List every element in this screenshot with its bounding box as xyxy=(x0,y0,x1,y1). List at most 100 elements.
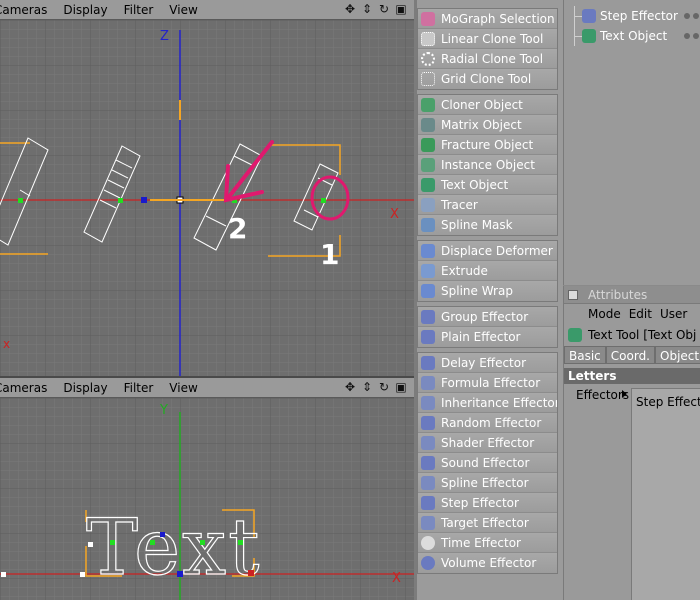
tab-basic[interactable]: Basic xyxy=(564,346,606,364)
object-visibility-dots[interactable] xyxy=(684,13,699,19)
menu-view[interactable]: View xyxy=(161,381,205,395)
object-row-step-effector[interactable]: Step Effector xyxy=(564,6,700,46)
menu-cameras[interactable]: Cameras xyxy=(0,381,55,395)
bottom-viewport-canvas[interactable]: Y X Text xyxy=(0,398,414,600)
tool-group-effector[interactable]: Group Effector xyxy=(418,307,557,327)
tool-cloner-object[interactable]: Cloner Object xyxy=(418,95,557,115)
tool-fracture-object[interactable]: Fracture Object xyxy=(418,135,557,155)
tracer-icon xyxy=(421,197,435,212)
attr-menu-mode[interactable]: Mode xyxy=(564,307,625,321)
cloner-icon xyxy=(421,97,435,112)
move-view-icon[interactable]: ✥ xyxy=(343,2,357,16)
move-view-icon[interactable]: ✥ xyxy=(343,380,357,394)
random-effector-icon xyxy=(421,415,435,430)
attributes-menubar: Mode Edit User xyxy=(564,304,700,324)
tool-matrix-object[interactable]: Matrix Object xyxy=(418,115,557,135)
annotation-label-2: 2 xyxy=(228,212,247,245)
object-name-step-effector: Step Effector xyxy=(600,9,678,23)
effectors-list-item[interactable]: Step Effecto xyxy=(632,389,700,409)
tool-spline-mask[interactable]: Spline Mask xyxy=(418,215,557,235)
top-viewport-menubar: Cameras Display Filter View ✥ ⇕ ↻ ▣ xyxy=(0,0,414,20)
top-viewport[interactable]: Cameras Display Filter View ✥ ⇕ ↻ ▣ xyxy=(0,0,414,376)
menu-cameras[interactable]: Cameras xyxy=(0,3,55,17)
maximize-view-icon[interactable]: ▣ xyxy=(394,2,408,16)
tab-coord[interactable]: Coord. xyxy=(605,346,655,364)
panel-toggle-icon[interactable] xyxy=(568,289,578,300)
bottom-viewport-menubar: Cameras Display Filter View ✥ ⇕ ↻ ▣ xyxy=(0,378,414,398)
tool-group-effectors: Delay Effector Formula Effector Inherita… xyxy=(417,352,558,574)
shader-effector-icon xyxy=(421,435,435,450)
tool-radial-clone[interactable]: Radial Clone Tool xyxy=(418,49,557,69)
target-effector-icon xyxy=(421,515,435,530)
menu-view[interactable]: View xyxy=(161,3,205,17)
tool-group-selection: MoGraph Selection Linear Clone Tool Radi… xyxy=(417,8,558,90)
fracture-icon xyxy=(421,137,435,152)
tool-grid-clone[interactable]: Grid Clone Tool xyxy=(418,69,557,89)
group-effector-icon xyxy=(421,309,435,324)
bottom-viewport-scene: Y X Text xyxy=(0,398,414,600)
selection-icon xyxy=(421,11,435,26)
tool-formula-effector[interactable]: Formula Effector xyxy=(418,373,557,393)
tab-object[interactable]: Object xyxy=(655,346,700,364)
rotate-view-icon[interactable]: ↻ xyxy=(377,380,391,394)
z-axis-label: Z xyxy=(160,29,169,44)
cinema4d-window: Cameras Display Filter View ✥ ⇕ ↻ ▣ xyxy=(0,0,700,600)
tool-delay-effector[interactable]: Delay Effector xyxy=(418,353,557,373)
tool-linear-clone[interactable]: Linear Clone Tool xyxy=(418,29,557,49)
tool-plain-effector[interactable]: Plain Effector xyxy=(418,327,557,347)
tool-group-objects: Cloner Object Matrix Object Fracture Obj… xyxy=(417,94,558,236)
object-row-text-object[interactable]: Text Object xyxy=(564,26,700,46)
tool-text-object[interactable]: Text Object xyxy=(418,175,557,195)
text-object-icon xyxy=(582,29,596,43)
dolly-view-icon[interactable]: ⇕ xyxy=(360,380,374,394)
attributes-header: Attributes xyxy=(564,286,700,304)
tool-displace-deformer[interactable]: Displace Deformer xyxy=(418,241,557,261)
effectors-list[interactable]: Step Effecto xyxy=(631,388,700,600)
object-name-text-object: Text Object xyxy=(600,29,668,43)
tool-instance-object[interactable]: Instance Object xyxy=(418,155,557,175)
attributes-tabs: Basic Coord. Object xyxy=(564,346,700,364)
tool-spline-wrap[interactable]: Spline Wrap xyxy=(418,281,557,301)
effectors-arrow-icon[interactable] xyxy=(622,390,627,398)
bottom-viewport[interactable]: Cameras Display Filter View ✥ ⇕ ↻ ▣ xyxy=(0,378,414,600)
attr-menu-edit[interactable]: Edit xyxy=(625,307,656,321)
menu-display[interactable]: Display xyxy=(55,381,115,395)
tool-sound-effector[interactable]: Sound Effector xyxy=(418,453,557,473)
rotate-view-icon[interactable]: ↻ xyxy=(377,2,391,16)
tool-extrude[interactable]: Extrude xyxy=(418,261,557,281)
effectors-row: Effectors Step Effecto xyxy=(564,384,700,600)
tool-time-effector[interactable]: Time Effector xyxy=(418,533,557,553)
grid-clone-icon xyxy=(421,72,435,86)
plain-effector-icon xyxy=(421,330,435,344)
tool-target-effector[interactable]: Target Effector xyxy=(418,513,557,533)
y-axis-label: Y xyxy=(159,403,168,418)
attr-menu-user[interactable]: User xyxy=(656,307,691,321)
top-viewport-canvas[interactable]: Z X x 2 1 xyxy=(0,20,414,376)
tool-mograph-selection[interactable]: MoGraph Selection xyxy=(418,9,557,29)
tool-step-effector[interactable]: Step Effector xyxy=(418,493,557,513)
tool-group-basic-effectors: Group Effector Plain Effector xyxy=(417,306,558,348)
tool-volume-effector[interactable]: Volume Effector xyxy=(418,553,557,573)
object-visibility-dots[interactable] xyxy=(684,33,699,39)
volume-effector-icon xyxy=(421,556,435,570)
menu-display[interactable]: Display xyxy=(55,3,115,17)
maximize-view-icon[interactable]: ▣ xyxy=(394,380,408,394)
menu-filter[interactable]: Filter xyxy=(116,381,162,395)
delay-effector-icon xyxy=(421,355,435,370)
tool-inheritance-effector[interactable]: Inheritance Effector xyxy=(418,393,557,413)
tool-spline-effector[interactable]: Spline Effector xyxy=(418,473,557,493)
text-object-icon xyxy=(568,328,582,342)
mograph-tool-panel: MoGraph Selection Linear Clone Tool Radi… xyxy=(417,0,563,600)
object-manager: Step Effector Text Object xyxy=(563,0,700,285)
section-letters[interactable]: Letters xyxy=(564,368,700,384)
x-axis-label: X xyxy=(392,571,401,586)
tool-random-effector[interactable]: Random Effector xyxy=(418,413,557,433)
tool-shader-effector[interactable]: Shader Effector xyxy=(418,433,557,453)
radial-clone-icon xyxy=(421,51,435,66)
spline-wrap-icon xyxy=(421,284,435,298)
menu-filter[interactable]: Filter xyxy=(116,3,162,17)
text-object-wireframe: Text xyxy=(86,503,261,593)
tool-tracer[interactable]: Tracer xyxy=(418,195,557,215)
dolly-view-icon[interactable]: ⇕ xyxy=(360,2,374,16)
x-axis-label: X xyxy=(390,207,399,222)
